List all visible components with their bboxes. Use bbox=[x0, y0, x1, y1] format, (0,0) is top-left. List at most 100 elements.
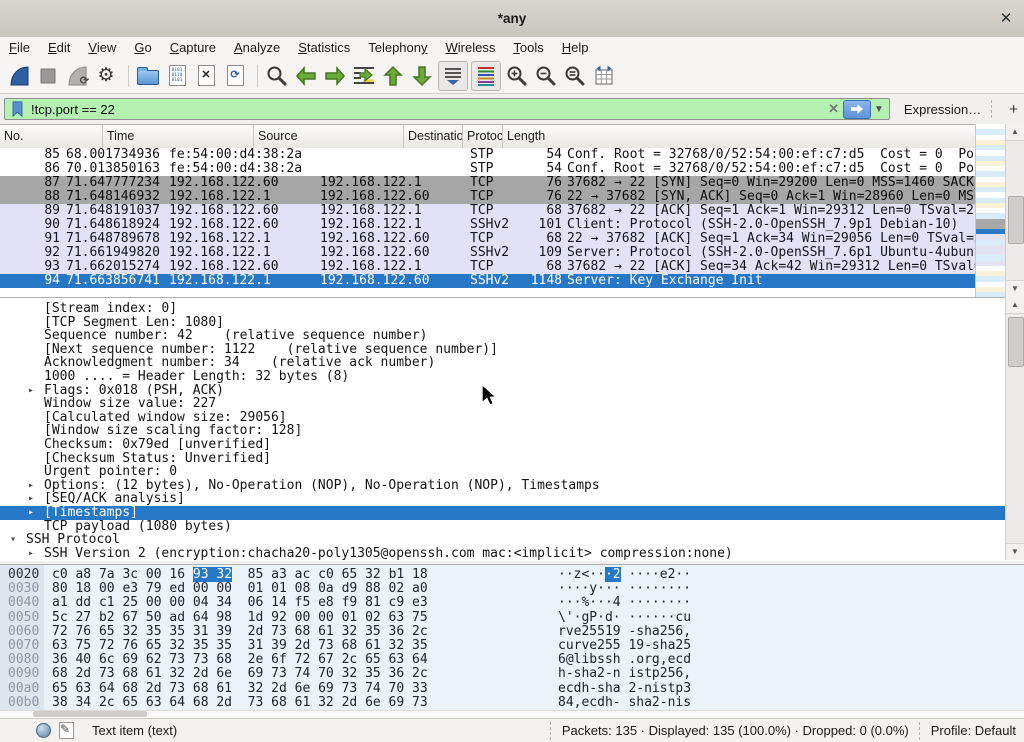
colorize-icon[interactable] bbox=[471, 61, 501, 91]
menu-item[interactable]: Capture bbox=[161, 37, 225, 58]
scrollbar-thumb[interactable] bbox=[1008, 317, 1024, 367]
menu-item[interactable]: View bbox=[79, 37, 125, 58]
menu-item[interactable]: Telephony bbox=[359, 37, 436, 58]
detail-row[interactable]: Checksum: 0x79ed [unverified] bbox=[0, 438, 1005, 452]
menu-item[interactable]: Analyze bbox=[225, 37, 289, 58]
hex-row[interactable]: 00505c 27 b2 67 50 ad 64 98 1d 92 00 00 … bbox=[0, 611, 1024, 625]
detail-row[interactable]: [Next sequence number: 1122 (relative se… bbox=[0, 343, 1005, 357]
find-packet-icon[interactable] bbox=[264, 63, 290, 89]
hex-row[interactable]: 0020c0 a8 7a 3c 00 16 93 32 85 a3 ac c0 … bbox=[0, 568, 1024, 582]
capture-comment-icon[interactable]: ✎ bbox=[59, 722, 74, 739]
details-vscrollbar[interactable]: ▲ ▼ bbox=[1005, 297, 1024, 560]
packet-row[interactable]: 8568.001734936fe:54:00:d4:38:2aSTP54Conf… bbox=[0, 148, 975, 162]
expand-arrow-icon[interactable]: ▸ bbox=[28, 506, 34, 520]
menu-item[interactable]: Statistics bbox=[289, 37, 359, 58]
reload-file-icon[interactable]: ⟳ bbox=[222, 63, 248, 89]
packet-row[interactable]: 9471.663856741192.168.122.1192.168.122.6… bbox=[0, 274, 975, 288]
scroll-up-icon[interactable]: ▲ bbox=[1006, 124, 1024, 141]
scroll-down-icon[interactable]: ▼ bbox=[1006, 543, 1024, 560]
hex-row[interactable]: 003080 18 00 e3 79 ed 00 00 01 01 08 0a … bbox=[0, 582, 1024, 596]
zoom-in-icon[interactable] bbox=[504, 63, 530, 89]
open-file-icon[interactable] bbox=[135, 63, 161, 89]
go-last-icon[interactable] bbox=[409, 63, 435, 89]
close-icon[interactable]: ✕ bbox=[996, 9, 1016, 29]
filter-apply-button[interactable] bbox=[843, 100, 871, 119]
detail-row[interactable]: [Checksum Status: Unverified] bbox=[0, 452, 1005, 466]
start-capture-icon[interactable] bbox=[6, 63, 32, 89]
detail-row[interactable]: ▸Flags: 0x018 (PSH, ACK) bbox=[0, 384, 1005, 398]
expression-button[interactable]: Expression… bbox=[904, 102, 981, 117]
filter-clear-icon[interactable]: ✕ bbox=[828, 101, 839, 117]
packet-row[interactable]: 8771.647777234192.168.122.60192.168.122.… bbox=[0, 176, 975, 190]
column-header[interactable]: Time bbox=[103, 125, 254, 148]
stop-capture-icon[interactable] bbox=[35, 63, 61, 89]
resize-columns-icon[interactable] bbox=[591, 63, 617, 89]
scrollbar-thumb[interactable] bbox=[1008, 196, 1024, 244]
go-forward-icon[interactable] bbox=[322, 63, 348, 89]
capture-options-icon[interactable]: ⚙ bbox=[93, 63, 119, 89]
detail-row[interactable]: ▸Options: (12 bytes), No-Operation (NOP)… bbox=[0, 479, 1005, 493]
go-to-packet-icon[interactable] bbox=[351, 63, 377, 89]
packet-row[interactable]: 8670.013850163fe:54:00:d4:38:2aSTP54Conf… bbox=[0, 162, 975, 176]
packet-row[interactable]: 9071.648618924192.168.122.60192.168.122.… bbox=[0, 218, 975, 232]
scroll-down-icon[interactable]: ▼ bbox=[1006, 280, 1024, 297]
packet-list-minimap[interactable] bbox=[975, 124, 1005, 297]
hex-row[interactable]: 009068 2d 73 68 61 32 2d 6e 69 73 74 70 … bbox=[0, 667, 1024, 681]
menu-item[interactable]: Wireless bbox=[437, 37, 505, 58]
detail-row[interactable]: [TCP Segment Len: 1080] bbox=[0, 316, 1005, 330]
detail-row[interactable]: ▾SSH Protocol bbox=[0, 533, 1005, 547]
packet-row[interactable]: 9371.662015274192.168.122.60192.168.122.… bbox=[0, 260, 975, 274]
add-filter-button[interactable]: + bbox=[1003, 101, 1024, 118]
expert-info-icon[interactable] bbox=[36, 723, 51, 738]
column-header[interactable]: Destination bbox=[404, 125, 463, 148]
hex-row[interactable]: 00b038 34 2c 65 63 64 68 2d 73 68 61 32 … bbox=[0, 696, 1024, 710]
display-filter-input[interactable]: !tcp.port == 22 ✕ ▼ bbox=[4, 98, 890, 120]
detail-row[interactable]: ▸[Timestamps] bbox=[0, 506, 1005, 520]
detail-row[interactable]: Urgent pointer: 0 bbox=[0, 465, 1005, 479]
expand-arrow-icon[interactable]: ▸ bbox=[28, 384, 34, 398]
column-header[interactable]: Source bbox=[254, 125, 404, 148]
hex-row[interactable]: 0040a1 dd c1 25 00 00 04 34 06 14 f5 e8 … bbox=[0, 596, 1024, 610]
filter-dropdown-icon[interactable]: ▼ bbox=[874, 104, 884, 115]
detail-row[interactable]: ▸SSH Version 2 (encryption:chacha20-poly… bbox=[0, 547, 1005, 561]
profile-text[interactable]: Profile: Default bbox=[931, 723, 1016, 738]
detail-row[interactable]: Sequence number: 42 (relative sequence n… bbox=[0, 329, 1005, 343]
detail-row[interactable]: ▸[SEQ/ACK analysis] bbox=[0, 492, 1005, 506]
packet-row[interactable]: 8871.648146932192.168.122.1192.168.122.6… bbox=[0, 190, 975, 204]
go-first-icon[interactable] bbox=[380, 63, 406, 89]
detail-row[interactable]: TCP payload (1080 bytes) bbox=[0, 520, 1005, 534]
packet-row[interactable]: 9171.648789678192.168.122.1192.168.122.6… bbox=[0, 232, 975, 246]
filter-value[interactable]: !tcp.port == 22 bbox=[31, 102, 828, 117]
detail-row[interactable]: [Stream index: 0] bbox=[0, 302, 1005, 316]
zoom-reset-icon[interactable] bbox=[562, 63, 588, 89]
filter-bookmark-icon[interactable] bbox=[10, 100, 25, 118]
restart-capture-icon[interactable]: ⟳ bbox=[64, 63, 90, 89]
expand-arrow-icon[interactable]: ▸ bbox=[28, 547, 34, 561]
close-file-icon[interactable]: ✕ bbox=[193, 63, 219, 89]
detail-row[interactable]: [Calculated window size: 29056] bbox=[0, 411, 1005, 425]
auto-scroll-icon[interactable] bbox=[438, 61, 468, 91]
expand-arrow-icon[interactable]: ▸ bbox=[28, 479, 34, 493]
scrollbar-thumb[interactable] bbox=[33, 711, 147, 717]
menu-item[interactable]: File bbox=[0, 37, 39, 58]
menu-item[interactable]: Tools bbox=[504, 37, 552, 58]
packet-row[interactable]: 8971.648191037192.168.122.60192.168.122.… bbox=[0, 204, 975, 218]
menu-item[interactable]: Help bbox=[553, 37, 598, 58]
hex-row[interactable]: 006072 76 65 32 35 35 31 39 2d 73 68 61 … bbox=[0, 625, 1024, 639]
column-header[interactable]: Length bbox=[503, 125, 979, 148]
zoom-out-icon[interactable] bbox=[533, 63, 559, 89]
scroll-up-icon[interactable]: ▲ bbox=[1006, 297, 1024, 314]
hex-row[interactable]: 00a065 63 64 68 2d 73 68 61 32 2d 6e 69 … bbox=[0, 682, 1024, 696]
detail-row[interactable]: Window size value: 227 bbox=[0, 397, 1005, 411]
menu-item[interactable]: Go bbox=[125, 37, 160, 58]
packet-row[interactable]: 9271.661949820192.168.122.1192.168.122.6… bbox=[0, 246, 975, 260]
packet-list-vscrollbar[interactable]: ▲ ▼ bbox=[1005, 124, 1024, 297]
expand-arrow-icon[interactable]: ▾ bbox=[10, 533, 16, 547]
save-file-icon[interactable]: 0101 0110 0101 bbox=[164, 63, 190, 89]
detail-row[interactable]: 1000 .... = Header Length: 32 bytes (8) bbox=[0, 370, 1005, 384]
go-back-icon[interactable] bbox=[293, 63, 319, 89]
detail-row[interactable]: [Window size scaling factor: 128] bbox=[0, 424, 1005, 438]
column-header[interactable]: Protocol bbox=[463, 125, 503, 148]
column-header[interactable]: No. bbox=[0, 125, 103, 148]
expand-arrow-icon[interactable]: ▸ bbox=[28, 492, 34, 506]
